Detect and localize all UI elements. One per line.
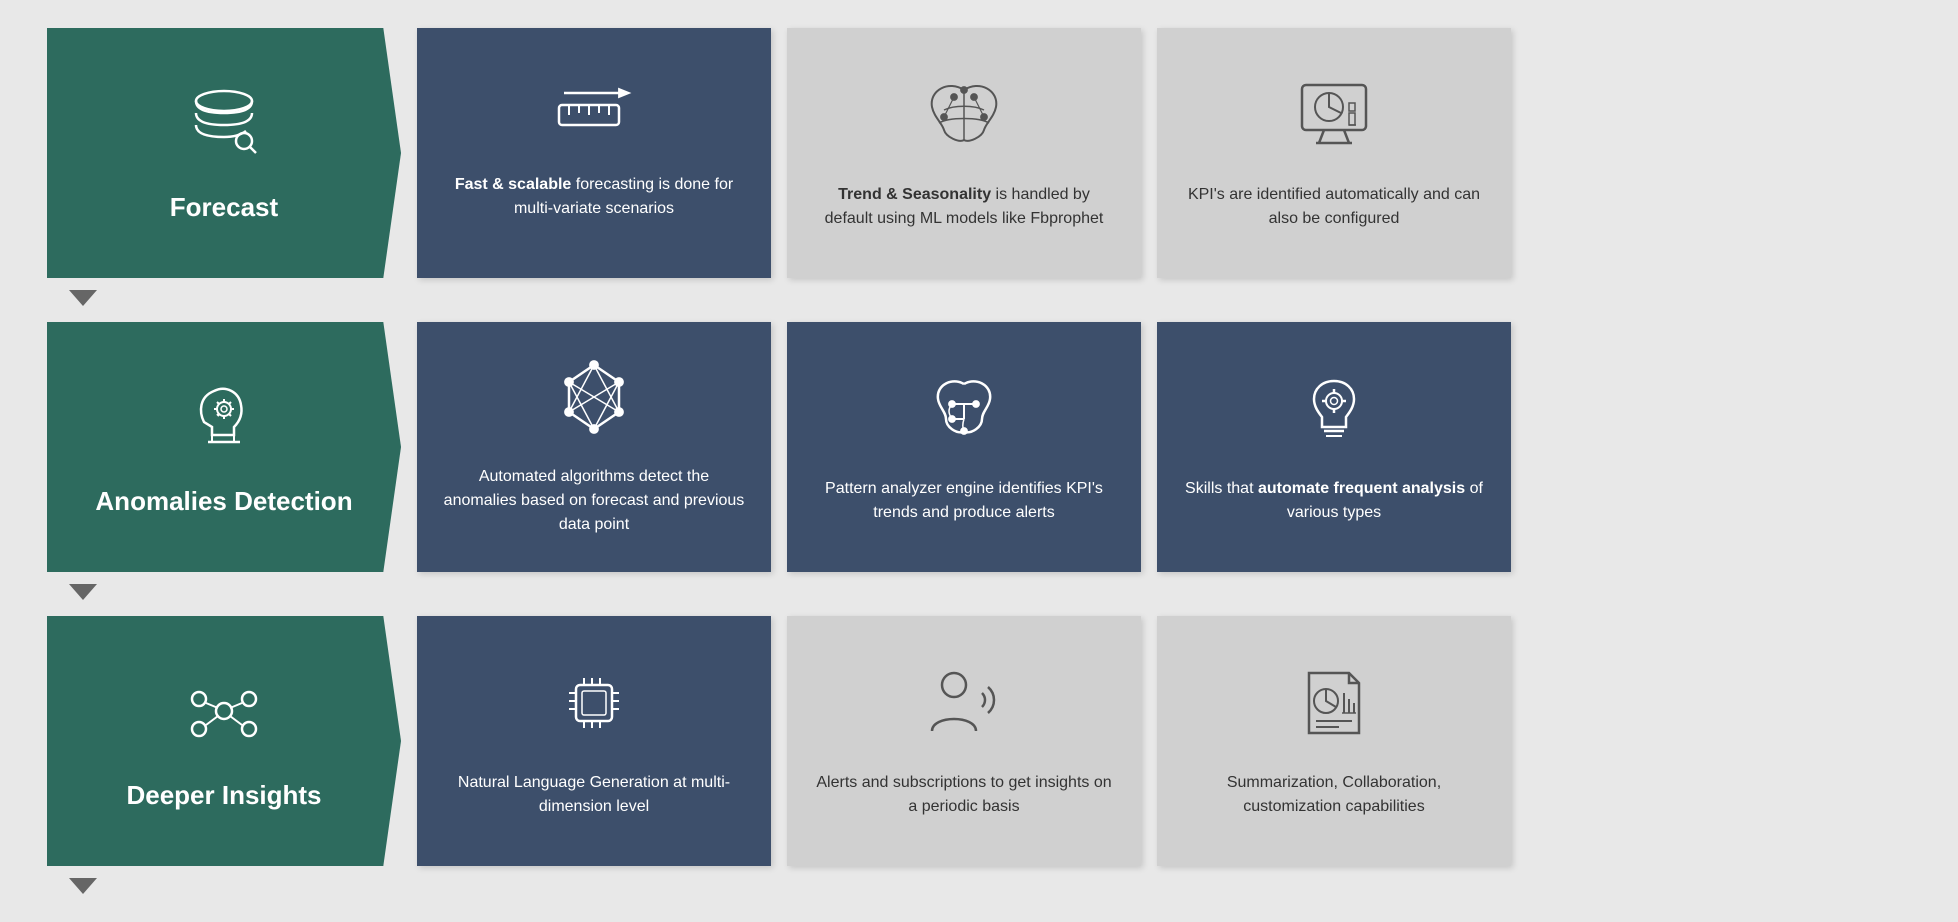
row3-down-arrow (69, 878, 97, 894)
row2-down-arrow (69, 584, 97, 600)
row1-down-arrow (69, 290, 97, 306)
forecast-feature-3: KPI's are identified automatically and c… (1157, 28, 1511, 278)
anomalies-category-block: Anomalies Detection (47, 322, 401, 572)
monitor-chart-icon (1294, 75, 1374, 165)
network-nodes-icon (554, 357, 634, 447)
anomalies-feature-2: Pattern analyzer engine identifies KPI's… (787, 322, 1141, 572)
anomalies-feature-2-text: Pattern analyzer engine identifies KPI's… (812, 477, 1116, 525)
insights-feature-3: Summarization, Collaboration, customizat… (1157, 616, 1511, 866)
cell-anomalies-1: Automated algorithms detect the anomalie… (417, 322, 771, 572)
ruler-arrow-icon (554, 85, 634, 155)
cell-forecast-2: Trend & Seasonality is handled by defaul… (787, 28, 1141, 278)
insights-title: Deeper Insights (126, 780, 321, 811)
lightbulb-gear-icon (1294, 369, 1374, 459)
forecast-feature-3-text: KPI's are identified automatically and c… (1182, 183, 1486, 231)
forecast-feature-2: Trend & Seasonality is handled by defaul… (787, 28, 1141, 278)
insights-feature-1: Natural Language Generation at multi-dim… (417, 616, 771, 866)
row2-arrow (47, 580, 417, 600)
insights-feature-2: Alerts and subscriptions to get insights… (787, 616, 1141, 866)
anomalies-title: Anomalies Detection (95, 486, 352, 517)
forecast-feature-1: Fast & scalable forecasting is done for … (417, 28, 771, 278)
forecast-icon (184, 83, 264, 174)
row3-arrow (47, 874, 417, 894)
anomalies-feature-1-text: Automated algorithms detect the anomalie… (442, 465, 746, 537)
cell-insights-category: Deeper Insights (47, 616, 401, 866)
forecast-feature-1-text: Fast & scalable forecasting is done for … (442, 173, 746, 221)
main-grid: Forecast Fast & scalable forecasting is … (19, 0, 1939, 922)
person-sound-icon (924, 663, 1004, 753)
cell-insights-2: Alerts and subscriptions to get insights… (787, 616, 1141, 866)
cell-anomalies-3: Skills that automate frequent analysis o… (1157, 322, 1511, 572)
anomalies-feature-3: Skills that automate frequent analysis o… (1157, 322, 1511, 572)
doc-chart-icon (1294, 663, 1374, 753)
insights-feature-2-text: Alerts and subscriptions to get insights… (812, 771, 1116, 819)
cell-anomalies-2: Pattern analyzer engine identifies KPI's… (787, 322, 1141, 572)
row2-connector (39, 580, 1519, 608)
brain-circuit-icon (924, 369, 1004, 459)
cell-forecast-category: Forecast (47, 28, 401, 278)
cell-insights-1: Natural Language Generation at multi-dim… (417, 616, 771, 866)
row3-connector (39, 874, 1519, 902)
insights-category-block: Deeper Insights (47, 616, 401, 866)
network-circle-icon (184, 671, 264, 762)
cell-forecast-1: Fast & scalable forecasting is done for … (417, 28, 771, 278)
forecast-title: Forecast (170, 192, 278, 223)
forecast-feature-2-text: Trend & Seasonality is handled by defaul… (812, 183, 1116, 231)
anomalies-feature-1: Automated algorithms detect the anomalie… (417, 322, 771, 572)
anomalies-feature-3-text: Skills that automate frequent analysis o… (1182, 477, 1486, 525)
chip-icon (554, 663, 634, 753)
brain-network-icon (924, 75, 1004, 165)
insights-feature-1-text: Natural Language Generation at multi-dim… (442, 771, 746, 819)
forecast-category-block: Forecast (47, 28, 401, 278)
cell-anomalies-category: Anomalies Detection (47, 322, 401, 572)
row1-arrow (47, 286, 417, 306)
row1-connector (39, 286, 1519, 314)
insights-feature-3-text: Summarization, Collaboration, customizat… (1182, 771, 1486, 819)
cell-forecast-3: KPI's are identified automatically and c… (1157, 28, 1511, 278)
head-gear-icon (184, 377, 264, 468)
cell-insights-3: Summarization, Collaboration, customizat… (1157, 616, 1511, 866)
